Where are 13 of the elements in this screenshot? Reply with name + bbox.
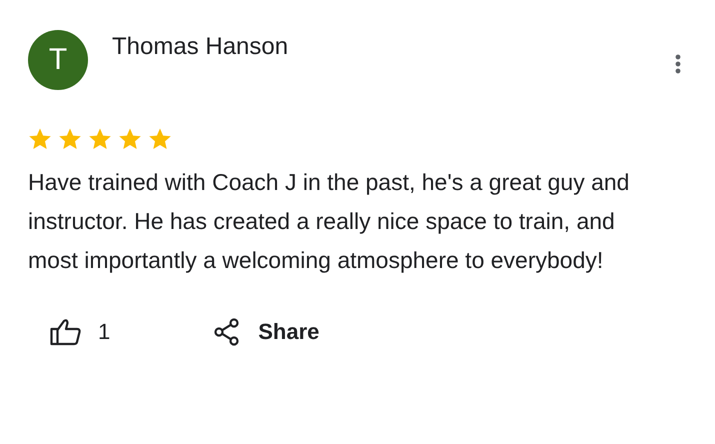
star-icon — [148, 127, 172, 151]
share-icon — [214, 318, 240, 346]
reviewer-name: Thomas Hanson — [112, 33, 290, 61]
star-icon — [58, 127, 82, 151]
star-icon — [118, 127, 142, 151]
share-button[interactable]: Share — [214, 318, 320, 346]
star-icon — [28, 127, 52, 151]
thumbs-up-icon — [50, 318, 82, 346]
like-button[interactable]: 1 — [50, 318, 110, 346]
star-icon — [88, 127, 112, 151]
review-text: Have trained with Coach J in the past, he's a great guy and instructor. He has created a really nice space to train, and most importantly a welcoming atmosphere to everybody! — [28, 168, 630, 275]
more-options-icon[interactable] — [675, 54, 681, 74]
avatar: T — [28, 30, 88, 90]
